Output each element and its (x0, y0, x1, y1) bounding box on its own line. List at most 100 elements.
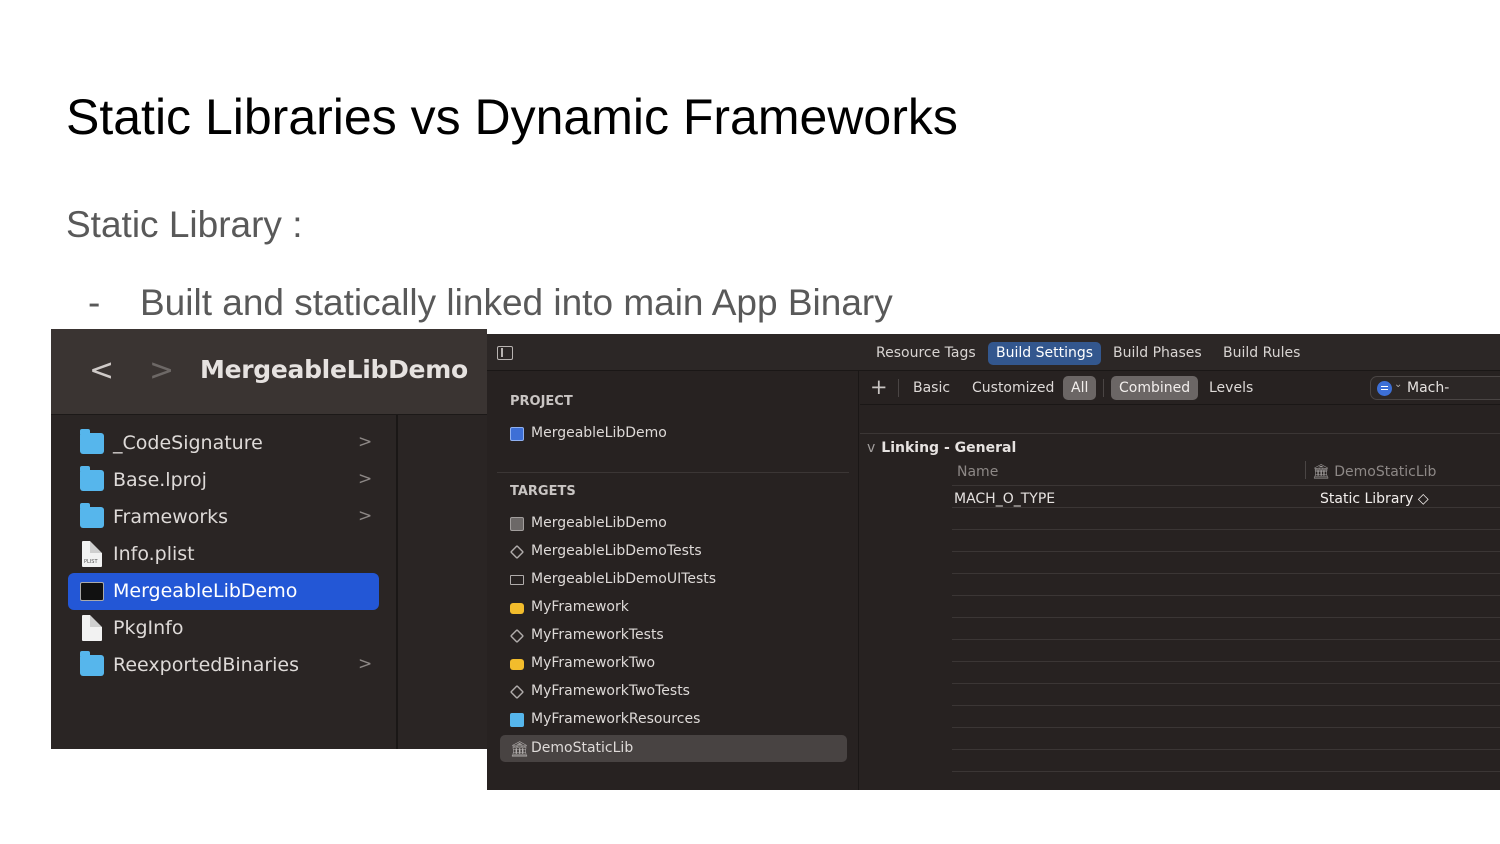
target-item[interactable]: MergeableLibDemo (500, 510, 847, 537)
sidebar-toggle-icon[interactable] (497, 346, 513, 360)
item-label: MyFrameworkTwoTests (531, 683, 690, 699)
static-library-icon: 🏛 (1312, 464, 1330, 480)
document-icon (82, 615, 102, 641)
filter-icon[interactable] (1377, 381, 1392, 396)
column-header-target[interactable]: 🏛 DemoStaticLib (1312, 464, 1436, 480)
settings-grid (952, 485, 1500, 785)
item-label: MyFrameworkResources (531, 711, 701, 727)
editor-tab-bar: Resource Tags Build Settings Build Phase… (487, 334, 1500, 371)
filter-basic[interactable]: Basic (905, 376, 958, 400)
file-label: Frameworks (113, 506, 229, 528)
file-label: MergeableLibDemo (113, 580, 298, 602)
target-item[interactable]: MyFrameworkTwoTests (500, 678, 847, 705)
filter-levels[interactable]: Levels (1201, 376, 1261, 400)
forward-button[interactable]: > (149, 353, 174, 388)
item-label: MergeableLibDemo (531, 515, 667, 531)
item-label: MyFramework (531, 599, 629, 615)
add-setting-button[interactable]: + (870, 375, 888, 399)
xcode-window: Resource Tags Build Settings Build Phase… (487, 334, 1500, 790)
slide-subtitle: Static Library : (66, 204, 303, 245)
column-divider[interactable] (396, 415, 398, 749)
target-item-selected[interactable]: 🏛 DemoStaticLib (500, 735, 847, 762)
file-label: Base.lproj (113, 469, 207, 491)
divider (1103, 379, 1104, 397)
divider (497, 472, 849, 473)
tab-resource-tags[interactable]: Resource Tags (868, 342, 984, 365)
file-row-mergeablelibdemo[interactable]: MergeableLibDemo (68, 573, 379, 610)
plist-file-icon: PLIST (82, 541, 102, 567)
file-row-frameworks[interactable]: Frameworks > (68, 499, 379, 536)
column-target-label: DemoStaticLib (1334, 464, 1437, 480)
file-row-pkginfo[interactable]: PkgInfo (68, 610, 379, 647)
item-label: MergeableLibDemoUITests (531, 571, 717, 587)
item-label: MergeableLibDemo (531, 425, 667, 441)
slide-title: Static Libraries vs Dynamic Frameworks (66, 89, 958, 145)
chevron-right-icon: > (358, 506, 373, 526)
column-header-name[interactable]: Name (957, 464, 998, 480)
target-item[interactable]: MyFramework (500, 594, 847, 621)
file-row-info-plist[interactable]: PLIST Info.plist (68, 536, 379, 573)
filter-combined[interactable]: Combined (1111, 376, 1199, 400)
divider (898, 379, 899, 397)
executable-icon (80, 582, 104, 601)
target-item[interactable]: MyFrameworkTwo (500, 650, 847, 677)
item-label: MergeableLibDemoTests (531, 543, 702, 559)
project-item[interactable]: MergeableLibDemo (500, 420, 847, 447)
item-label: MyFrameworkTests (531, 627, 664, 643)
filter-all[interactable]: All (1063, 376, 1097, 400)
build-settings-editor: + Basic Customized All Combined Levels ⌄… (860, 371, 1500, 790)
plist-badge: PLIST (84, 559, 98, 565)
item-label: MyFrameworkTwo (531, 655, 656, 671)
group-label: Linking - General (881, 440, 1017, 456)
unit-test-icon (509, 544, 525, 560)
folder-icon (80, 651, 104, 676)
finder-title: MergeableLibDemo (200, 355, 468, 384)
unit-test-icon (509, 628, 525, 644)
target-item[interactable]: MyFrameworkTests (500, 622, 847, 649)
file-row-codesignature[interactable]: _CodeSignature > (68, 425, 379, 462)
tab-build-phases[interactable]: Build Phases (1105, 342, 1210, 365)
setting-group-linking-general[interactable]: v Linking - General (867, 440, 1016, 456)
target-item[interactable]: MergeableLibDemoTests (500, 538, 847, 565)
framework-icon (510, 659, 524, 670)
search-field[interactable]: ⌄ Mach- (1370, 376, 1500, 400)
back-button[interactable]: < (89, 353, 114, 388)
search-input[interactable]: Mach- (1407, 380, 1449, 396)
target-item[interactable]: MergeableLibDemoUITests (500, 566, 847, 593)
setting-name-mach-o-type[interactable]: MACH_O_TYPE (954, 491, 1055, 507)
tab-build-settings[interactable]: Build Settings (988, 342, 1102, 365)
column-separator (1305, 461, 1306, 479)
item-label: DemoStaticLib (531, 740, 634, 756)
file-row-base-lproj[interactable]: Base.lproj > (68, 462, 379, 499)
settings-filter-bar: + Basic Customized All Combined Levels ⌄… (860, 371, 1500, 405)
app-target-icon (510, 517, 524, 531)
project-icon (510, 427, 524, 441)
divider (860, 433, 1500, 434)
project-header: PROJECT (510, 394, 573, 409)
folder-icon (80, 429, 104, 454)
chevron-down-icon: v (867, 440, 876, 456)
chevron-right-icon: > (358, 469, 373, 489)
file-label: _CodeSignature (113, 432, 263, 454)
finder-window: < > MergeableLibDemo _CodeSignature > Ba… (51, 329, 487, 749)
target-item[interactable]: MyFrameworkResources (500, 706, 847, 733)
file-label: PkgInfo (113, 617, 184, 639)
setting-value-popup[interactable]: Static Library ◇ (1320, 491, 1429, 507)
file-label: ReexportedBinaries (113, 654, 300, 676)
finder-toolbar: < > MergeableLibDemo (51, 329, 487, 415)
targets-header: TARGETS (510, 484, 576, 499)
static-library-icon: 🏛 (510, 740, 530, 758)
tab-build-rules[interactable]: Build Rules (1215, 342, 1308, 365)
chevron-down-icon: ⌄ (1394, 379, 1403, 390)
folder-icon (80, 466, 104, 491)
file-row-reexportedbinaries[interactable]: ReexportedBinaries > (68, 647, 379, 684)
unit-test-icon (509, 684, 525, 700)
ui-test-icon (510, 575, 524, 585)
bullet-dash: - (88, 282, 101, 323)
filter-customized[interactable]: Customized (964, 376, 1062, 400)
file-label: Info.plist (113, 543, 195, 565)
folder-icon (80, 503, 104, 528)
framework-icon (510, 603, 524, 614)
chevron-right-icon: > (358, 432, 373, 452)
bullet-text: Built and statically linked into main Ap… (140, 282, 893, 323)
